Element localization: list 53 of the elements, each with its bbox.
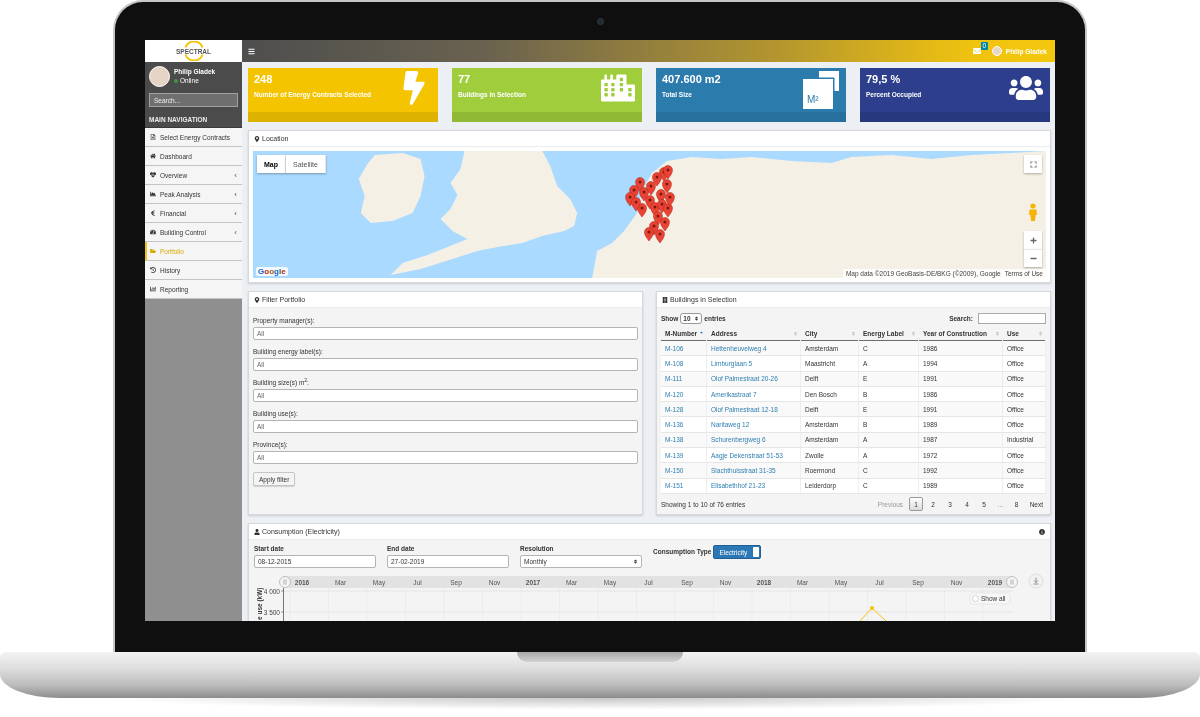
map-marker-icon[interactable] — [639, 187, 649, 202]
info-icon[interactable] — [1039, 528, 1045, 535]
range-handle-icon[interactable] — [1006, 576, 1018, 588]
map-marker-icon[interactable] — [665, 192, 675, 207]
folder-icon — [150, 248, 156, 254]
range-handle-icon[interactable] — [279, 576, 291, 588]
unit-label: M² — [807, 95, 819, 105]
sort-icon — [633, 559, 638, 564]
map-marker-icon[interactable] — [652, 172, 662, 187]
stat-value: 79,5 % — [866, 73, 902, 85]
area-chart-icon — [150, 191, 156, 197]
map-marker-icon[interactable] — [660, 217, 670, 232]
map-marker-icon[interactable] — [635, 177, 645, 192]
home-icon — [150, 153, 156, 159]
data-point-icon — [870, 606, 874, 610]
history-icon — [150, 267, 156, 273]
map-marker-icon[interactable] — [655, 229, 665, 244]
camera-icon — [596, 17, 604, 25]
map-pin-icon — [254, 296, 260, 303]
stat-value: 248 — [254, 73, 274, 85]
menu-icon[interactable] — [248, 47, 255, 55]
map-marker-icon[interactable] — [663, 203, 673, 218]
consumption-line — [859, 607, 887, 621]
minus-icon — [1029, 255, 1037, 262]
stat-value: 407.600 m2 — [662, 73, 721, 85]
sort-icon — [694, 315, 700, 321]
map-marker-icon[interactable] — [637, 203, 647, 218]
heartbeat-icon — [150, 172, 156, 178]
map-logo[interactable]: Google — [256, 267, 288, 276]
download-icon — [1033, 577, 1039, 585]
stat-value: 77 — [458, 73, 472, 85]
euro-icon — [150, 210, 156, 216]
map-marker-icon[interactable] — [646, 181, 656, 196]
building-icon — [662, 296, 668, 303]
circle-icon — [972, 595, 979, 602]
map-marker-icon[interactable] — [631, 197, 641, 212]
zoom-in-button[interactable] — [1024, 231, 1042, 249]
map-marker-icon[interactable] — [662, 179, 672, 194]
file-icon — [150, 134, 156, 140]
map-marker-icon[interactable] — [653, 211, 663, 226]
squares-icon — [803, 71, 839, 109]
plus-icon — [1029, 236, 1037, 244]
speedometer-icon — [150, 229, 156, 235]
buildings-icon — [601, 71, 635, 105]
map-marker-icon[interactable] — [644, 227, 654, 242]
fullscreen-icon — [1029, 160, 1037, 168]
map-pin-icon — [254, 135, 260, 142]
user-icon — [254, 528, 260, 535]
avatar-icon — [991, 46, 1002, 56]
avatar-icon — [149, 65, 170, 87]
table-search-field[interactable] — [978, 312, 1046, 324]
map-marker-icon[interactable] — [663, 165, 673, 180]
bar-chart-icon — [150, 286, 156, 292]
